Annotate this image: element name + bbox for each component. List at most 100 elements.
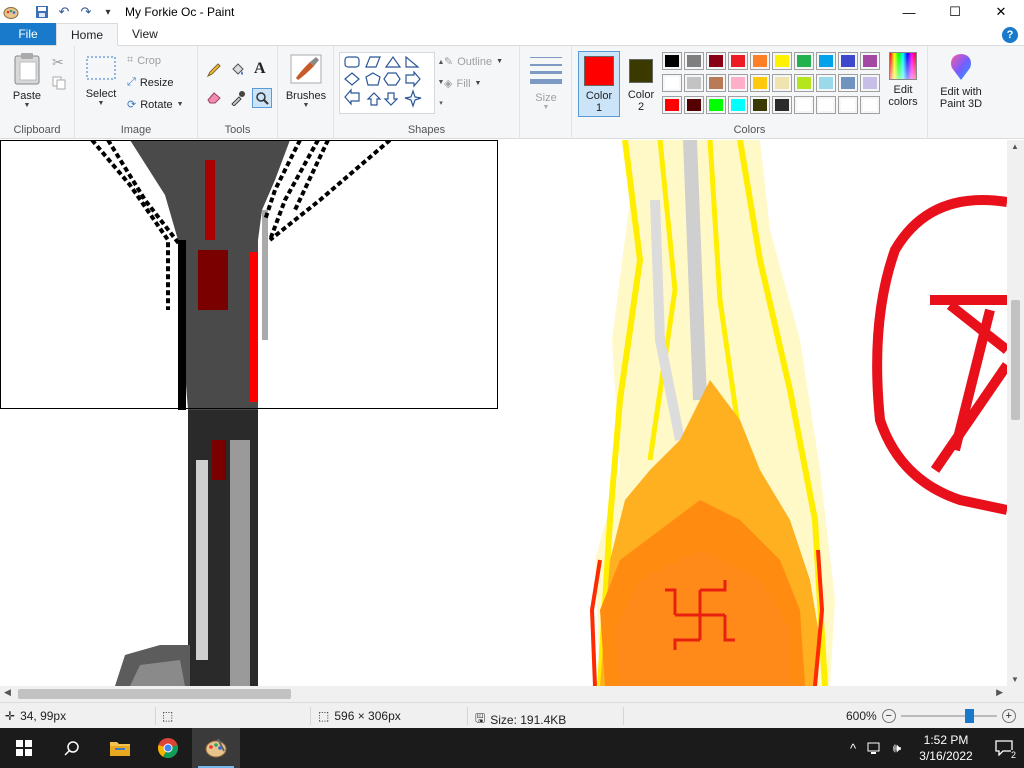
system-tray: ^ 🕪 1:52 PM 3/16/2022 2 xyxy=(842,728,1024,768)
resize-icon: ⤢ xyxy=(127,76,136,88)
vertical-scrollbar[interactable]: ▲ ▼ xyxy=(1007,140,1024,686)
horizontal-scrollbar[interactable]: ◀ ▶ xyxy=(0,686,1007,702)
palette-swatch[interactable] xyxy=(838,96,858,114)
fill-button[interactable]: ◈ Fill ▼ xyxy=(444,77,481,91)
palette-swatch[interactable] xyxy=(728,52,748,70)
scrollbar-corner xyxy=(1007,686,1024,702)
text-tool-icon[interactable]: A xyxy=(254,60,266,78)
taskbar-chrome[interactable] xyxy=(144,728,192,768)
outline-button[interactable]: ✎ Outline ▼ xyxy=(444,55,503,69)
close-button[interactable]: ✕ xyxy=(978,0,1024,24)
palette-swatch-color xyxy=(775,55,789,67)
color2-button[interactable]: Color 2 xyxy=(622,51,660,117)
zoom-slider[interactable] xyxy=(900,709,997,723)
cut-icon[interactable]: ✂ xyxy=(52,54,64,71)
palette-swatch[interactable] xyxy=(816,52,836,70)
color-picker-icon[interactable] xyxy=(230,90,246,109)
volume-icon[interactable]: 🕪 xyxy=(886,728,908,768)
palette-swatch[interactable] xyxy=(750,96,770,114)
taskbar-paint[interactable] xyxy=(192,728,240,768)
palette-swatch[interactable] xyxy=(860,74,880,92)
palette-swatch[interactable] xyxy=(794,74,814,92)
notifications-icon[interactable]: 2 xyxy=(984,728,1024,768)
tab-file[interactable]: File xyxy=(0,23,56,45)
scroll-left-arrow-icon[interactable]: ◀ xyxy=(4,687,11,698)
scroll-up-arrow-icon[interactable]: ▲ xyxy=(1011,142,1019,151)
palette-swatch-color xyxy=(819,55,833,67)
minimize-button[interactable]: — xyxy=(886,0,932,24)
tab-view[interactable]: View xyxy=(118,23,172,45)
palette-swatch[interactable] xyxy=(816,96,836,114)
palette-swatch[interactable] xyxy=(838,74,858,92)
palette-swatch[interactable] xyxy=(684,96,704,114)
eraser-icon[interactable] xyxy=(206,90,222,107)
palette-swatch[interactable] xyxy=(794,96,814,114)
fill-bucket-icon[interactable] xyxy=(230,62,246,81)
crop-button[interactable]: ⌗ Crop xyxy=(127,54,161,67)
rotate-button[interactable]: ⟳ Rotate ▼ xyxy=(127,98,184,112)
palette-swatch[interactable] xyxy=(662,52,682,70)
drawing-canvas[interactable] xyxy=(0,140,1024,686)
flame-art xyxy=(589,140,835,686)
edit-with-paint3d-button[interactable]: Edit with Paint 3D xyxy=(932,52,990,110)
maximize-button[interactable]: ☐ xyxy=(932,0,978,24)
search-button[interactable] xyxy=(48,728,96,768)
palette-swatch[interactable] xyxy=(772,96,792,114)
tab-home[interactable]: Home xyxy=(56,23,119,46)
palette-swatch[interactable] xyxy=(728,96,748,114)
help-icon[interactable]: ? xyxy=(1002,27,1018,43)
palette-swatch[interactable] xyxy=(662,74,682,92)
customize-quick-access-icon[interactable]: ▾ xyxy=(97,1,119,23)
copy-icon[interactable] xyxy=(52,76,66,93)
windows-logo-icon xyxy=(16,740,32,756)
palette-swatch[interactable] xyxy=(706,96,726,114)
palette-swatch-color xyxy=(731,55,745,67)
palette-swatch[interactable] xyxy=(816,74,836,92)
palette-swatch[interactable] xyxy=(860,96,880,114)
paste-button[interactable]: Paste ▼ xyxy=(8,52,46,109)
scroll-down-arrow-icon[interactable]: ▼ xyxy=(1011,675,1019,684)
undo-icon[interactable]: ↶ xyxy=(53,1,75,23)
palette-swatch[interactable] xyxy=(728,74,748,92)
dimensions-icon: ⬚ xyxy=(318,709,330,723)
color1-button[interactable]: Color 1 xyxy=(578,51,620,117)
resize-button[interactable]: ⤢ Resize xyxy=(127,76,173,89)
horizontal-scroll-thumb[interactable] xyxy=(18,689,291,699)
edit-colors-button[interactable]: Edit colors xyxy=(882,52,924,108)
palette-swatch[interactable] xyxy=(750,52,770,70)
palette-swatch[interactable] xyxy=(662,96,682,114)
palette-swatch[interactable] xyxy=(706,52,726,70)
palette-swatch[interactable] xyxy=(772,52,792,70)
palette-swatch[interactable] xyxy=(772,74,792,92)
start-button[interactable] xyxy=(0,728,48,768)
expand-icon[interactable]: ▾ xyxy=(439,99,443,107)
vertical-scroll-thumb[interactable] xyxy=(1011,300,1020,420)
palette-swatch[interactable] xyxy=(750,74,770,92)
magnifier-icon[interactable] xyxy=(252,88,272,108)
chevron-down-icon: ▼ xyxy=(23,102,31,109)
paint-app-icon[interactable] xyxy=(3,4,19,20)
save-icon[interactable] xyxy=(31,1,53,23)
zoom-in-icon[interactable]: + xyxy=(1001,709,1016,723)
palette-swatch[interactable] xyxy=(706,74,726,92)
pencil-icon[interactable] xyxy=(206,62,222,81)
tools-group: A Tools xyxy=(198,46,278,139)
brushes-button[interactable]: Brushes ▼ xyxy=(284,54,328,109)
palette-swatch[interactable] xyxy=(684,52,704,70)
shapes-gallery[interactable] xyxy=(339,52,435,114)
palette-swatch[interactable] xyxy=(684,74,704,92)
palette-swatch[interactable] xyxy=(794,52,814,70)
scroll-right-arrow-icon[interactable]: ▶ xyxy=(996,687,1003,698)
palette-swatch[interactable] xyxy=(838,52,858,70)
clock[interactable]: 1:52 PM 3/16/2022 xyxy=(908,732,984,764)
zoom-out-icon[interactable]: − xyxy=(881,709,896,723)
select-button[interactable]: Select ▼ xyxy=(83,54,119,107)
network-icon[interactable] xyxy=(864,728,886,768)
palette-swatch[interactable] xyxy=(860,52,880,70)
zoom-slider-thumb[interactable] xyxy=(964,709,974,723)
show-hidden-icons-icon[interactable]: ^ xyxy=(842,728,864,768)
redo-icon[interactable]: ↷ xyxy=(75,1,97,23)
size-button[interactable]: Size ▼ xyxy=(526,54,566,111)
palette-swatch-color xyxy=(665,55,679,67)
taskbar-file-explorer[interactable] xyxy=(96,728,144,768)
